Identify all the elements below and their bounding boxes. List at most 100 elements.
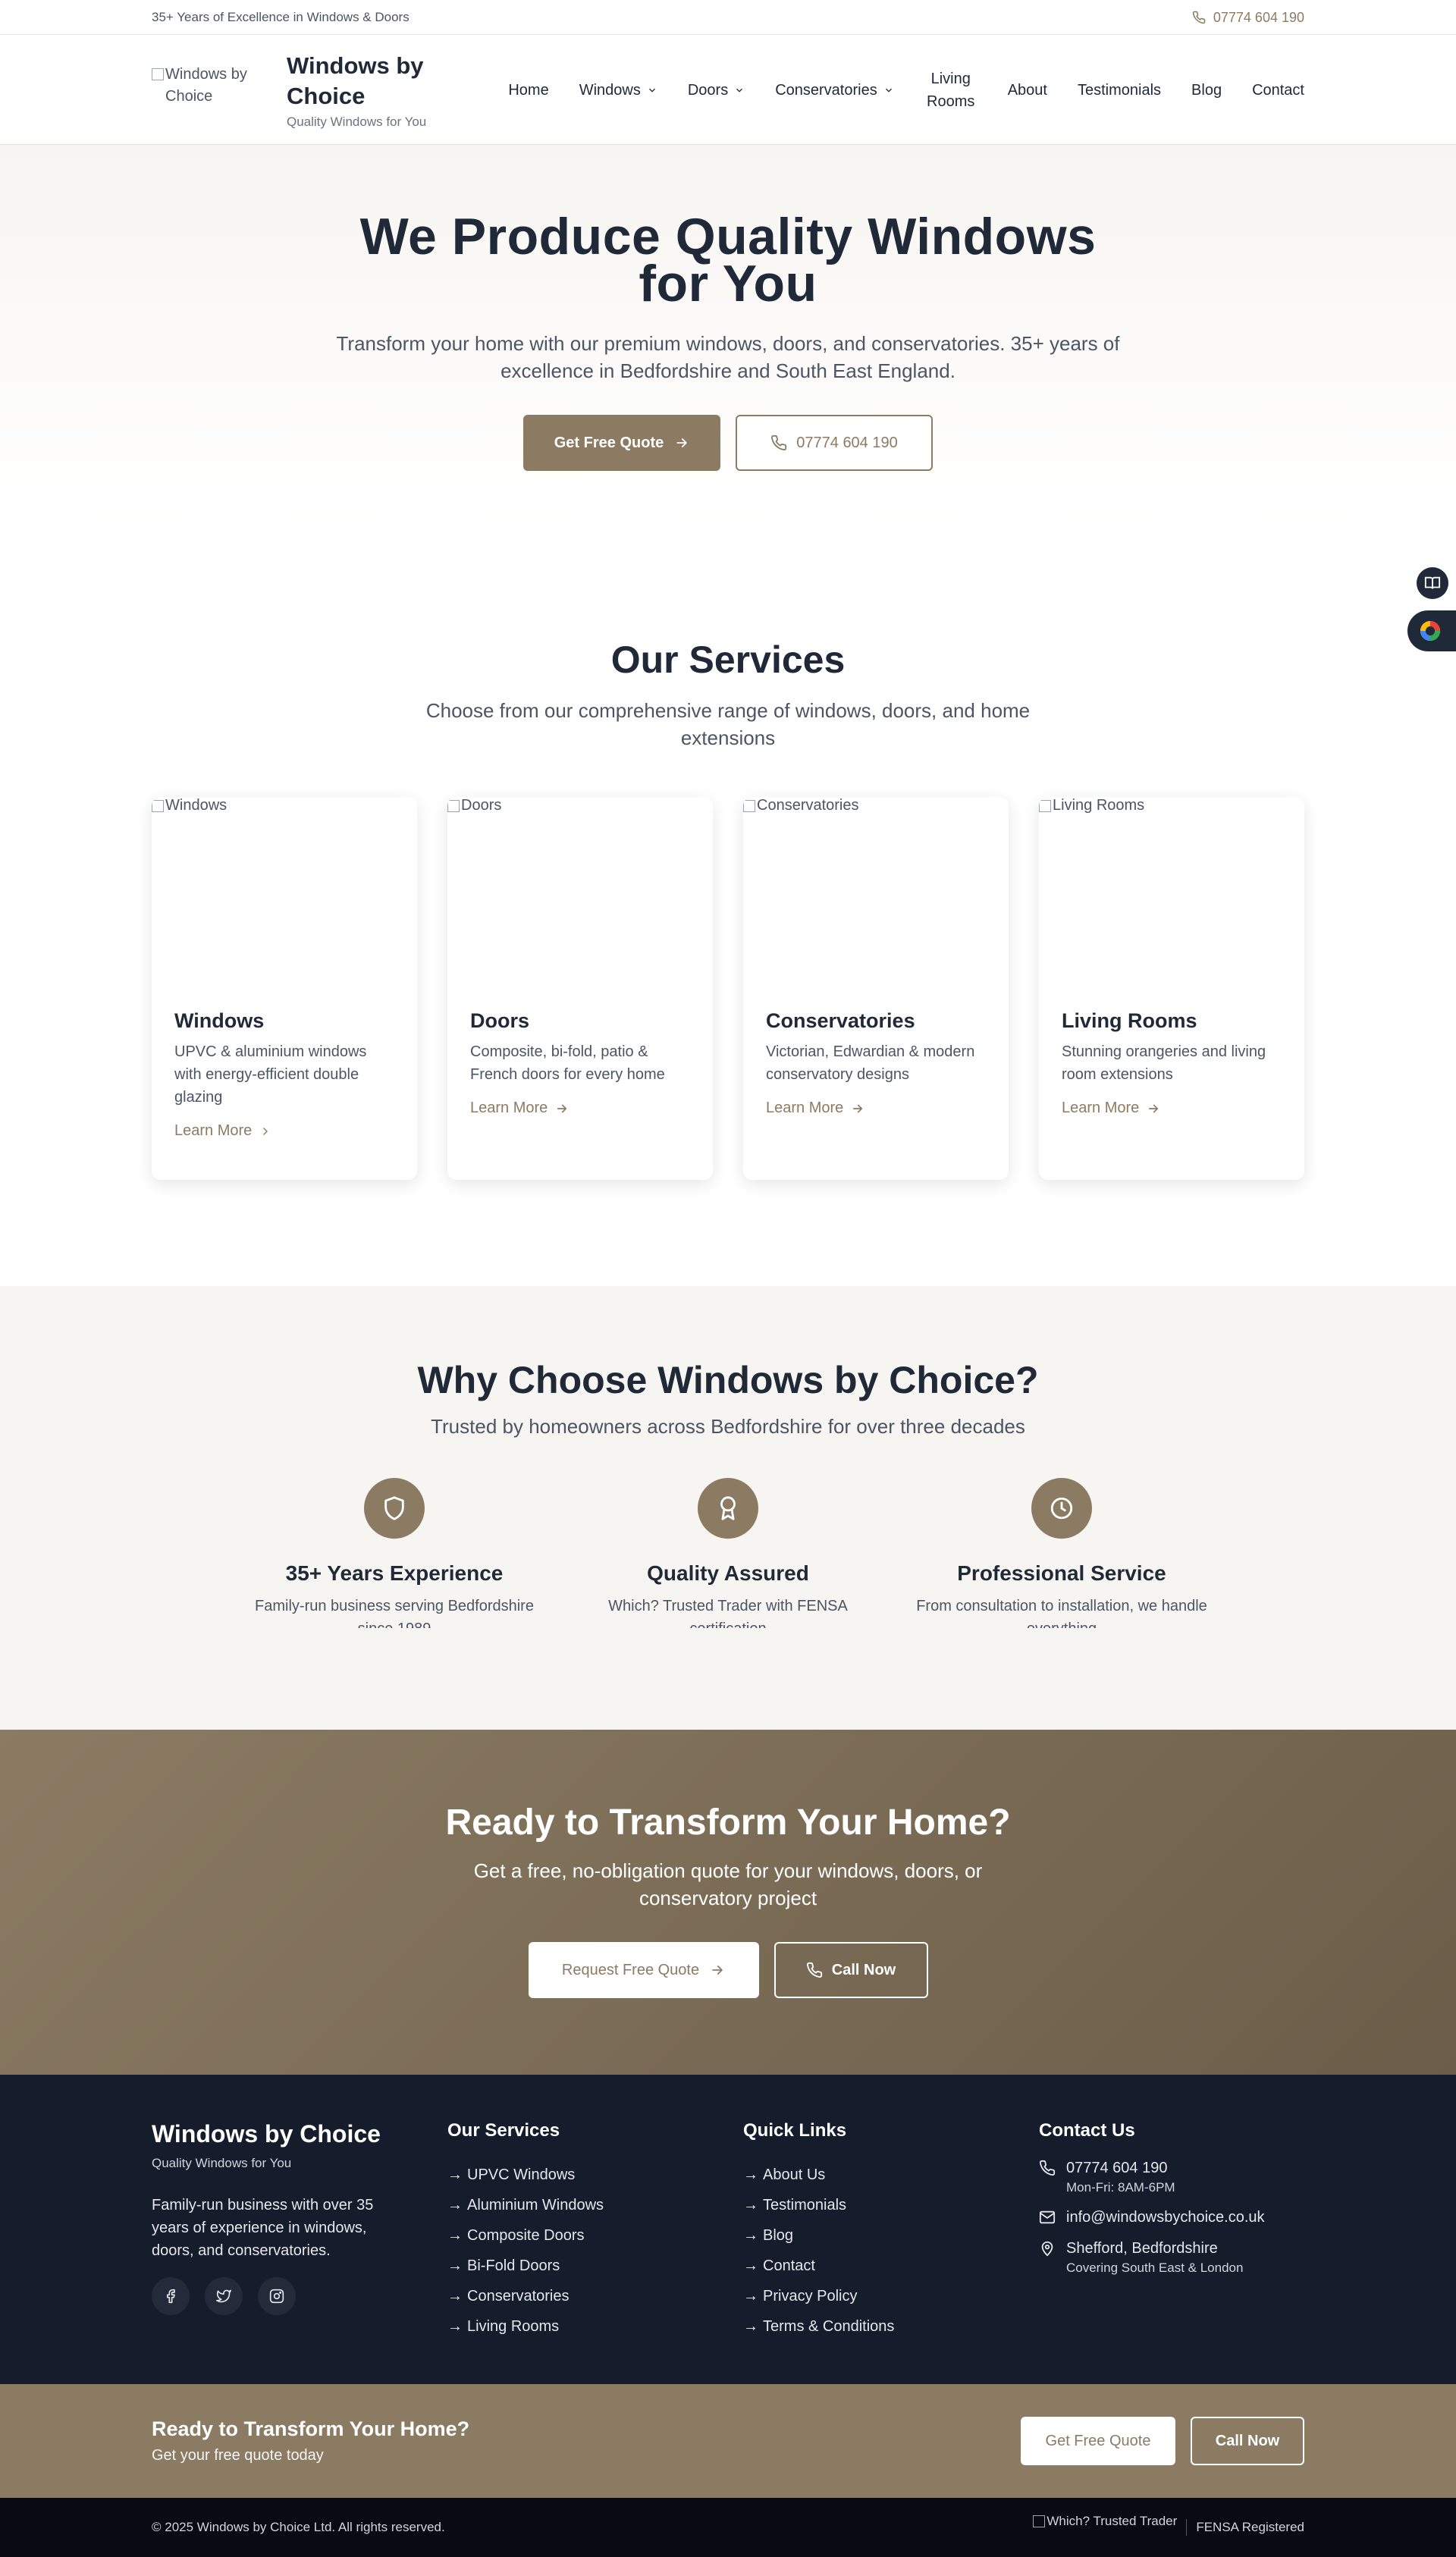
link-label: Learn More <box>174 1122 253 1139</box>
chevron-down-icon <box>647 85 657 96</box>
service-card-windows[interactable]: Windows Windows UPVC & aluminium windows… <box>152 797 417 1180</box>
service-card-conservatories[interactable]: Conservatories Conservatories Victorian,… <box>743 797 1009 1180</box>
brand-tagline: Quality Windows for You <box>287 114 427 129</box>
brand-block[interactable]: Windows by Choice Quality Windows for Yo… <box>287 51 461 130</box>
nav-label: Windows <box>579 81 641 99</box>
cta-section: Ready to Transform Your Home? Get a free… <box>0 1730 1456 2075</box>
award-icon <box>698 1478 758 1539</box>
link-label: Blog <box>763 2226 794 2244</box>
arrow-icon: → <box>743 2226 758 2244</box>
instagram-link[interactable] <box>258 2277 296 2315</box>
footer-email: info@windowsbychoice.co.uk <box>1066 2209 1265 2226</box>
footer-service-link[interactable]: → Composite Doors <box>447 2220 713 2251</box>
cta-title: Ready to Transform Your Home? <box>445 1802 1011 1843</box>
learn-more-link[interactable]: Learn More <box>174 1122 394 1140</box>
site-header: Windows by Choice Windows by Choice Qual… <box>0 35 1456 145</box>
card-image: Conservatories <box>743 797 1009 1009</box>
nav-contact[interactable]: Contact <box>1237 79 1304 102</box>
call-now-button[interactable]: Call Now <box>774 1942 928 1998</box>
nav-living-rooms[interactable]: Living Rooms <box>909 67 993 113</box>
card-text: UPVC & aluminium windows with energy-eff… <box>174 1043 367 1106</box>
card-text: Composite, bi-fold, patio & French doors… <box>470 1043 665 1083</box>
footer-hours: Mon-Fri: 8AM-6PM <box>1066 2180 1175 2195</box>
button-label: Call Now <box>831 1961 896 1978</box>
learn-more-link[interactable]: Learn More <box>470 1100 690 1117</box>
reader-widget-button[interactable] <box>1417 567 1448 599</box>
nav-home[interactable]: Home <box>493 79 563 102</box>
badge-alt-text: Which? Trusted Trader <box>1046 2514 1178 2528</box>
arrow-icon: → <box>447 2226 463 2244</box>
twitter-link[interactable] <box>205 2277 243 2315</box>
footer-description: Family-run business with over 35 years o… <box>152 2197 374 2259</box>
topbar-phone-link[interactable]: 07774 604 190 <box>1192 10 1304 26</box>
link-label: About Us <box>763 2166 826 2183</box>
arrow-icon: → <box>447 2166 463 2183</box>
footer-service-link[interactable]: → Bi-Fold Doors <box>447 2251 713 2281</box>
nav-doors[interactable]: Doors <box>673 79 760 102</box>
nav-label: Home <box>508 81 549 99</box>
nav-about[interactable]: About <box>993 79 1062 102</box>
bottom-call-now-button[interactable]: Call Now <box>1191 2417 1304 2465</box>
footer-email-link[interactable]: info@windowsbychoice.co.uk <box>1039 2209 1304 2226</box>
copyright-bar: © 2025 Windows by Choice Ltd. All rights… <box>0 2498 1456 2557</box>
broken-image-icon <box>743 800 755 812</box>
footer-quick-link[interactable]: → Terms & Conditions <box>743 2311 1009 2342</box>
phone-icon <box>1192 11 1206 24</box>
button-label: 07774 604 190 <box>796 434 898 451</box>
arrow-icon: → <box>743 2317 758 2335</box>
footer-quick-link[interactable]: → Privacy Policy <box>743 2281 1009 2311</box>
nav-testimonials[interactable]: Testimonials <box>1062 79 1176 102</box>
link-label: Learn More <box>470 1100 548 1116</box>
feature-title: Quality Assured <box>647 1561 809 1585</box>
cta-subtitle: Get a free, no-obligation quote for your… <box>473 1859 983 1909</box>
why-choose-section: Why Choose Windows by Choice? Trusted by… <box>0 1286 1456 1730</box>
hero-phone-button[interactable]: 07774 604 190 <box>736 415 933 471</box>
nav-label: Living Rooms <box>927 70 975 110</box>
footer-services-column: Our Services → UPVC Windows → Aluminium Wi… <box>447 2120 713 2342</box>
button-label: Get Free Quote <box>554 434 664 451</box>
link-label: Learn More <box>1062 1100 1140 1116</box>
footer-service-link[interactable]: → Living Rooms <box>447 2311 713 2342</box>
why-subtitle: Trusted by homeowners across Bedfordshir… <box>431 1415 1025 1438</box>
footer-phone-link[interactable]: 07774 604 190 Mon-Fri: 8AM-6PM <box>1039 2160 1304 2195</box>
footer-quick-link[interactable]: → Blog <box>743 2220 1009 2251</box>
footer-quick-link[interactable]: → About Us <box>743 2160 1009 2190</box>
copyright-text: © 2025 Windows by Choice Ltd. All rights… <box>152 2520 445 2534</box>
learn-more-link[interactable]: Learn More <box>766 1100 986 1117</box>
footer-service-link[interactable]: → UPVC Windows <box>447 2160 713 2190</box>
footer-service-link[interactable]: → Conservatories <box>447 2281 713 2311</box>
facebook-link[interactable] <box>152 2277 190 2315</box>
bottom-get-free-quote-button[interactable]: Get Free Quote <box>1021 2417 1175 2465</box>
footer-phone: 07774 604 190 <box>1066 2160 1168 2176</box>
chevron-down-icon <box>883 85 894 96</box>
instagram-icon <box>269 2289 284 2304</box>
get-free-quote-button[interactable]: Get Free Quote <box>523 415 720 471</box>
nav-blog[interactable]: Blog <box>1176 79 1237 102</box>
footer-contact-column: Contact Us 07774 604 190 Mon-Fri: 8AM-6P… <box>1039 2120 1304 2342</box>
site-footer: Windows by Choice Quality Windows for Yo… <box>0 2075 1456 2384</box>
nav-label: Contact <box>1252 81 1304 99</box>
footer-service-link[interactable]: → Aluminium Windows <box>447 2190 713 2220</box>
arrow-right-icon <box>710 1962 725 1978</box>
broken-image-icon <box>152 800 164 812</box>
card-title: Living Rooms <box>1062 1009 1197 1032</box>
footer-quick-link[interactable]: → Testimonials <box>743 2190 1009 2220</box>
learn-more-link[interactable]: Learn More <box>1062 1100 1282 1117</box>
service-card-doors[interactable]: Doors Doors Composite, bi-fold, patio & … <box>447 797 713 1180</box>
nav-conservatories[interactable]: Conservatories <box>760 79 909 102</box>
request-free-quote-button[interactable]: Request Free Quote <box>528 1942 759 1998</box>
shield-icon <box>364 1478 425 1539</box>
accessibility-widget-button[interactable] <box>1407 610 1456 651</box>
logo-image[interactable]: Windows by Choice <box>152 64 265 117</box>
card-image: Doors <box>447 797 713 1009</box>
card-title: Windows <box>174 1009 265 1032</box>
hero-title: We Produce Quality Windows for You <box>359 208 1097 312</box>
footer-brand-name: Windows by Choice <box>152 2120 381 2148</box>
footer-quick-link[interactable]: → Contact <box>743 2251 1009 2281</box>
service-card-living-rooms[interactable]: Living Rooms Living Rooms Stunning orang… <box>1039 797 1304 1180</box>
nav-label: Blog <box>1191 81 1222 99</box>
feature-text: Family-run business serving Bedfordshire… <box>255 1598 534 1628</box>
bottom-cta-bar: Ready to Transform Your Home? Get your f… <box>0 2384 1456 2498</box>
feature-quality: Quality Assured Which? Trusted Trader wi… <box>561 1478 895 1628</box>
nav-windows[interactable]: Windows <box>564 79 673 102</box>
